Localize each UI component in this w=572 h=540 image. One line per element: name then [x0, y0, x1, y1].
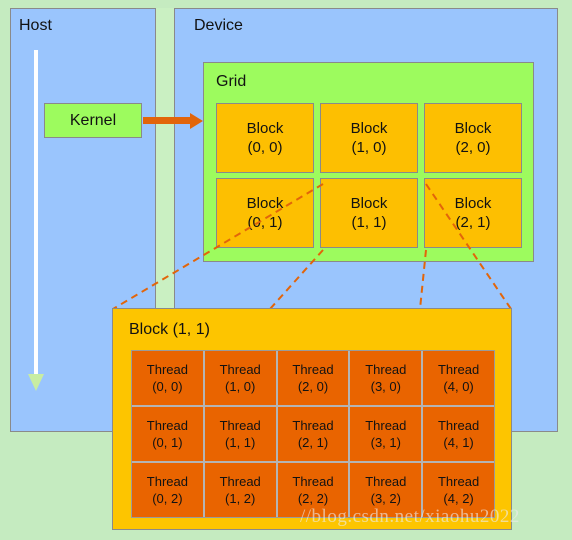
block-title: Block [246, 120, 284, 137]
grid-label: Grid [216, 73, 247, 90]
block-cell-selected[interactable]: Block (1, 1) [320, 178, 418, 248]
thread-cell[interactable]: Thread (0, 0) [132, 351, 203, 405]
thread-coords: (0, 1) [152, 435, 183, 450]
block-cell[interactable]: Block (0, 0) [216, 103, 314, 173]
thread-title: Thread [365, 362, 407, 377]
thread-cell[interactable]: Thread (2, 0) [277, 351, 349, 405]
thread-title: Thread [146, 362, 188, 377]
thread-title: Thread [365, 418, 407, 433]
cuda-thread-hierarchy-diagram: Host Device Kernel Grid Block (0, 0) Blo… [0, 0, 572, 540]
block-cell[interactable]: Block (1, 0) [320, 103, 418, 173]
device-label: Device [194, 17, 243, 34]
thread-coords: (1, 2) [225, 491, 256, 506]
kernel-label: Kernel [69, 111, 117, 129]
block-coords: (2, 0) [455, 139, 491, 156]
thread-coords: (0, 2) [152, 491, 183, 506]
block-title: Block [350, 195, 388, 212]
block-coords: (1, 1) [351, 214, 387, 231]
grid-panel: Grid Block (0, 0) Block (1, 0) Block (2,… [203, 62, 534, 262]
thread-coords: (2, 2) [297, 491, 329, 506]
thread-coords: (1, 0) [225, 379, 256, 394]
host-timeline-arrow-head [28, 374, 44, 391]
thread-coords: (4, 0) [443, 379, 474, 394]
block-title: Block [454, 120, 492, 137]
thread-cell[interactable]: Thread (1, 1) [204, 407, 276, 461]
block-cell[interactable]: Block (2, 1) [424, 178, 522, 248]
thread-coords: (0, 0) [152, 379, 183, 394]
watermark: //blog.csdn.net/xiaohu2022 [300, 506, 520, 527]
thread-title: Thread [146, 474, 188, 489]
thread-coords: (3, 2) [370, 491, 401, 506]
block-title: Block [246, 195, 284, 212]
thread-cell[interactable]: Thread (3, 0) [350, 351, 422, 405]
kernel-launch-arrow-shaft [143, 117, 191, 124]
thread-title: Thread [292, 418, 334, 433]
thread-title: Thread [219, 474, 261, 489]
thread-cell[interactable]: Thread (3, 1) [350, 407, 422, 461]
kernel-box[interactable]: Kernel [44, 103, 142, 138]
thread-coords: (4, 1) [443, 435, 474, 450]
thread-cell[interactable]: Thread (0, 2) [132, 463, 203, 517]
thread-coords: (2, 1) [297, 435, 329, 450]
thread-title: Thread [146, 418, 188, 433]
thread-title: Thread [437, 418, 480, 433]
thread-coords: (3, 1) [370, 435, 401, 450]
block-detail-title: Block (1, 1) [129, 321, 210, 338]
thread-title: Thread [437, 474, 480, 489]
thread-coords: (1, 1) [225, 435, 256, 450]
thread-cell[interactable]: Thread (1, 2) [204, 463, 276, 517]
thread-coords: (3, 0) [370, 379, 401, 394]
block-coords: (1, 0) [351, 139, 387, 156]
block-coords: (2, 1) [455, 214, 491, 231]
thread-coords: (2, 0) [297, 379, 329, 394]
thread-title: Thread [292, 362, 334, 377]
block-coords: (0, 1) [247, 214, 283, 231]
block-cell[interactable]: Block (0, 1) [216, 178, 314, 248]
thread-cell[interactable]: Thread (2, 1) [277, 407, 349, 461]
block-detail-panel: Block (1, 1) Thread (0, 0) Thread (1, 0)… [112, 308, 512, 530]
block-title: Block [454, 195, 492, 212]
host-label: Host [19, 17, 52, 34]
block-cell[interactable]: Block (2, 0) [424, 103, 522, 173]
kernel-launch-arrow-head [190, 113, 203, 129]
thread-title: Thread [437, 362, 480, 377]
thread-title: Thread [292, 474, 334, 489]
thread-coords: (4, 2) [443, 491, 474, 506]
thread-cell[interactable]: Thread (4, 0) [423, 351, 494, 405]
thread-title: Thread [219, 362, 261, 377]
thread-cell[interactable]: Thread (4, 1) [423, 407, 494, 461]
thread-title: Thread [365, 474, 407, 489]
block-title: Block [350, 120, 388, 137]
thread-cell[interactable]: Thread (1, 0) [204, 351, 276, 405]
thread-title: Thread [219, 418, 261, 433]
thread-cell[interactable]: Thread (0, 1) [132, 407, 203, 461]
thread-grid: Thread (0, 0) Thread (1, 0) Thread (2, 0… [131, 350, 495, 518]
block-grid: Block (0, 0) Block (1, 0) Block (2, 0) B… [216, 103, 522, 248]
block-coords: (0, 0) [247, 139, 283, 156]
host-timeline-arrow-shaft [34, 50, 38, 377]
